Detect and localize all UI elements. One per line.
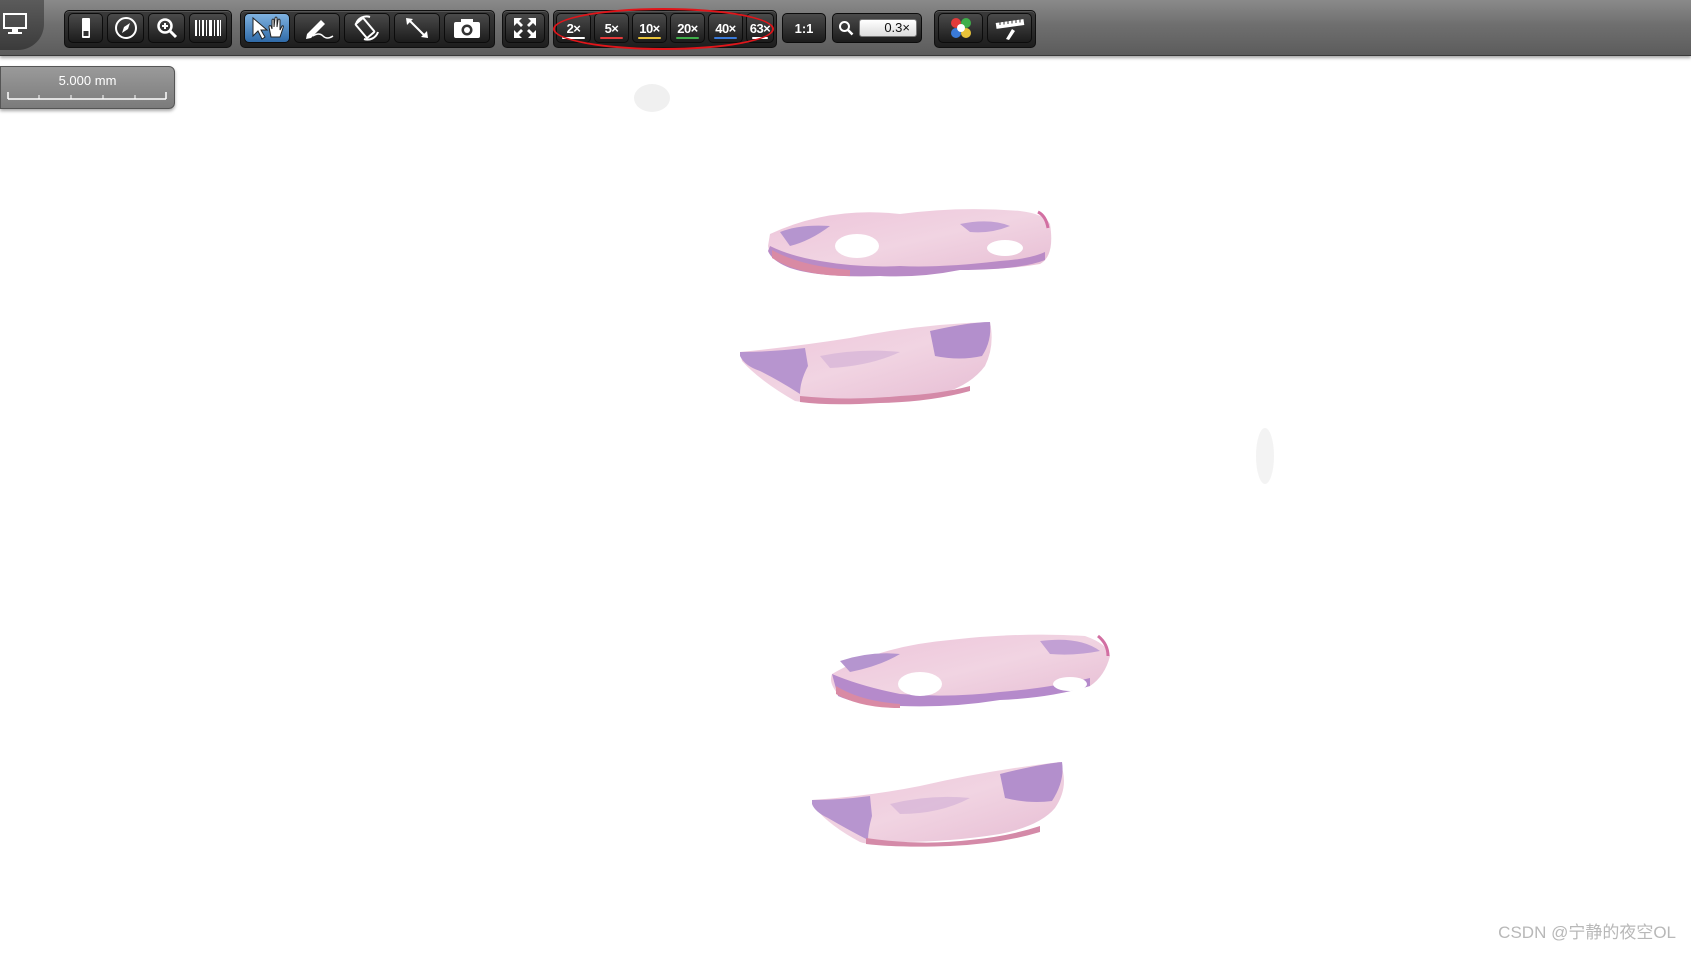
zoom-input[interactable]: 0.3× [859, 19, 917, 37]
tissue-section-1 [768, 209, 1052, 277]
search-icon [839, 21, 854, 36]
pointer-hand-icon [252, 16, 284, 40]
objective-color-ring [638, 37, 661, 39]
objective-color-ring [752, 37, 768, 39]
magnification-20x-button[interactable]: 20× [670, 13, 705, 43]
magnification-label: 10× [639, 20, 660, 36]
magnification-label: 63× [749, 20, 771, 36]
magnification-10x-button[interactable]: 10× [632, 13, 667, 43]
navigator-button[interactable] [107, 13, 144, 43]
slide-view-button[interactable] [68, 13, 103, 43]
barcode-icon [195, 20, 221, 36]
magnification-label: 40× [715, 20, 736, 36]
objective-color-ring [562, 37, 585, 39]
snapshot-button[interactable] [444, 13, 490, 43]
magnification-label: 5× [604, 20, 619, 36]
ruler-diagonal-icon [406, 18, 428, 38]
objective-color-ring [714, 37, 737, 39]
magnification-label: 2× [566, 20, 581, 36]
ruler-pen-icon [995, 19, 1024, 40]
tissue-section-3 [831, 634, 1110, 708]
slide-smudge [1256, 428, 1274, 484]
measure-button[interactable] [394, 13, 440, 43]
magnification-5x-button[interactable]: 5× [594, 13, 629, 43]
zoom-control: 0.3× [832, 13, 922, 43]
magnifier-icon [156, 18, 177, 39]
magnification-2x-button[interactable]: 2× [556, 13, 591, 43]
magnifier-button[interactable] [148, 13, 185, 43]
slide-icon [81, 18, 90, 38]
tissue-section-4 [812, 762, 1064, 847]
compass-icon [114, 17, 137, 39]
color-adjust-button[interactable] [938, 13, 983, 43]
pan-select-button[interactable] [244, 13, 290, 43]
main-toolbar: 2× 5× 10× 20× 40× 63× 1:1 0.3× [0, 0, 1691, 56]
magnification-40x-button[interactable]: 40× [708, 13, 743, 43]
one-to-one-label: 1:1 [794, 20, 814, 36]
rotate-button[interactable] [344, 13, 390, 43]
objective-color-ring [600, 37, 623, 39]
slide-smudge [634, 84, 670, 112]
color-wheel-icon [950, 18, 971, 38]
annotate-button[interactable] [294, 13, 340, 43]
barcode-button[interactable] [189, 13, 227, 43]
objective-color-ring [676, 37, 699, 39]
slide-canvas [634, 84, 1274, 847]
calibration-button[interactable] [987, 13, 1032, 43]
camera-icon [454, 19, 480, 38]
fit-to-screen-button[interactable] [505, 13, 545, 43]
monitor-icon [3, 13, 27, 34]
slide-viewport[interactable]: CSDN @宁静的夜空OL [0, 56, 1691, 953]
one-to-one-button[interactable]: 1:1 [782, 13, 826, 43]
watermark: CSDN @宁静的夜空OL [1498, 923, 1676, 942]
tissue-section-2 [740, 322, 992, 405]
display-mode-button[interactable] [0, 0, 44, 50]
pen-icon [306, 20, 334, 39]
magnification-label: 20× [677, 20, 698, 36]
fullscreen-arrows-icon [514, 18, 536, 38]
rotate-icon [354, 15, 379, 41]
magnification-63x-button[interactable]: 63× [746, 13, 774, 43]
